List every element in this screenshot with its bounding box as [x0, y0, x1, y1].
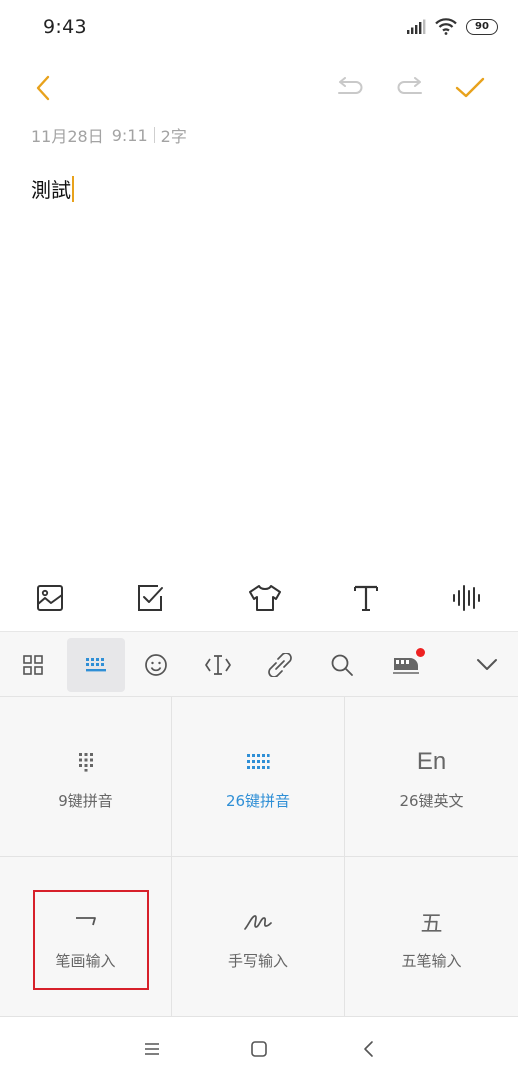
mode-handwriting[interactable]: 手写输入	[172, 857, 345, 1017]
mode-stroke[interactable]: 笔画输入	[0, 857, 172, 1017]
mode-wubi[interactable]: 五 五笔输入	[345, 857, 518, 1017]
wubi-glyph-icon: 五	[420, 902, 442, 942]
voice-wave-icon	[453, 585, 480, 611]
nav-home-button[interactable]	[243, 1033, 275, 1065]
chevron-left-icon	[36, 75, 50, 101]
mode-label: 26键英文	[399, 792, 464, 810]
checklist-button[interactable]	[127, 575, 173, 621]
mode-nine-key-pinyin[interactable]: 9键拼音	[0, 697, 172, 857]
highlight-box	[33, 890, 149, 990]
cursor-move-icon	[205, 655, 231, 675]
format-toolbar	[0, 575, 518, 621]
english-glyph-icon: En	[417, 742, 446, 782]
notification-dot	[416, 648, 425, 657]
keyboard-icon	[86, 658, 106, 672]
ime-emoji-button[interactable]	[127, 638, 185, 692]
confirm-button[interactable]	[452, 70, 488, 106]
signal-icon	[407, 19, 426, 34]
system-nav-bar	[0, 1017, 518, 1080]
undo-icon	[338, 77, 363, 94]
ime-toolbar	[0, 631, 518, 697]
check-icon	[455, 77, 485, 98]
note-date: 11月28日	[31, 127, 104, 146]
ime-keyboard-button[interactable]	[67, 638, 125, 692]
undo-button[interactable]	[334, 72, 366, 104]
emoji-icon	[145, 654, 167, 676]
meta-divider	[153, 127, 155, 143]
nav-menu-button[interactable]	[136, 1033, 168, 1065]
menu-icon	[145, 1043, 159, 1055]
battery-level: 90	[475, 20, 489, 32]
theme-shirt-icon	[249, 585, 281, 611]
mode-label: 26键拼音	[225, 792, 291, 810]
battery-icon: 90	[466, 18, 498, 35]
voice-input-button[interactable]	[443, 575, 489, 621]
back-icon	[364, 1041, 373, 1057]
redo-button[interactable]	[394, 72, 426, 104]
status-time: 9:43	[43, 16, 87, 38]
back-button[interactable]	[26, 70, 60, 106]
char-count: 2字	[160, 127, 187, 146]
text-format-button[interactable]	[343, 575, 389, 621]
wubi-glyph: 五	[420, 912, 443, 937]
nav-back-button[interactable]	[352, 1033, 384, 1065]
english-glyph: En	[416, 748, 447, 775]
ime-collapse-button[interactable]	[458, 638, 516, 692]
image-icon	[37, 585, 63, 611]
mode-english[interactable]: En 26键英文	[345, 697, 518, 857]
text-cursor	[72, 175, 74, 202]
note-time: 9:11	[111, 125, 148, 145]
mode-label: 9键拼音	[58, 792, 113, 810]
home-icon	[251, 1041, 267, 1057]
grid-apps-icon	[23, 655, 43, 675]
redo-icon	[397, 77, 422, 94]
theme-button[interactable]	[242, 575, 288, 621]
note-meta: 11月28日 9:11 2字	[31, 123, 187, 147]
chevron-down-icon	[477, 659, 497, 670]
ime-apps-button[interactable]	[4, 638, 62, 692]
mode-label: 手写输入	[227, 952, 288, 970]
mode-label: 五笔输入	[401, 952, 462, 970]
wifi-icon	[435, 18, 457, 35]
checkbox-icon	[138, 585, 163, 611]
note-content[interactable]: 測試	[31, 174, 71, 203]
keyboard-mode-grid: 9键拼音 26键拼音 En 26键英文 笔画输入 手写输入 五 五笔输入	[0, 697, 518, 1017]
text-format-icon	[354, 585, 378, 611]
ime-cursor-button[interactable]	[189, 638, 247, 692]
status-icons: 90	[406, 18, 498, 35]
train-icon	[393, 658, 419, 674]
ime-travel-button[interactable]	[377, 638, 435, 692]
note-editor[interactable]: 測試	[31, 174, 74, 203]
handwriting-icon	[243, 902, 273, 942]
mode-full-pinyin[interactable]: 26键拼音	[172, 697, 345, 857]
ime-clipboard-button[interactable]	[251, 638, 309, 692]
clip-link-icon	[268, 653, 292, 677]
insert-image-button[interactable]	[27, 575, 73, 621]
full-keyboard-icon	[246, 742, 270, 782]
ime-search-button[interactable]	[313, 638, 371, 692]
search-icon	[331, 654, 353, 676]
nine-key-icon	[78, 742, 94, 782]
status-bar: 9:43 90	[0, 0, 518, 56]
